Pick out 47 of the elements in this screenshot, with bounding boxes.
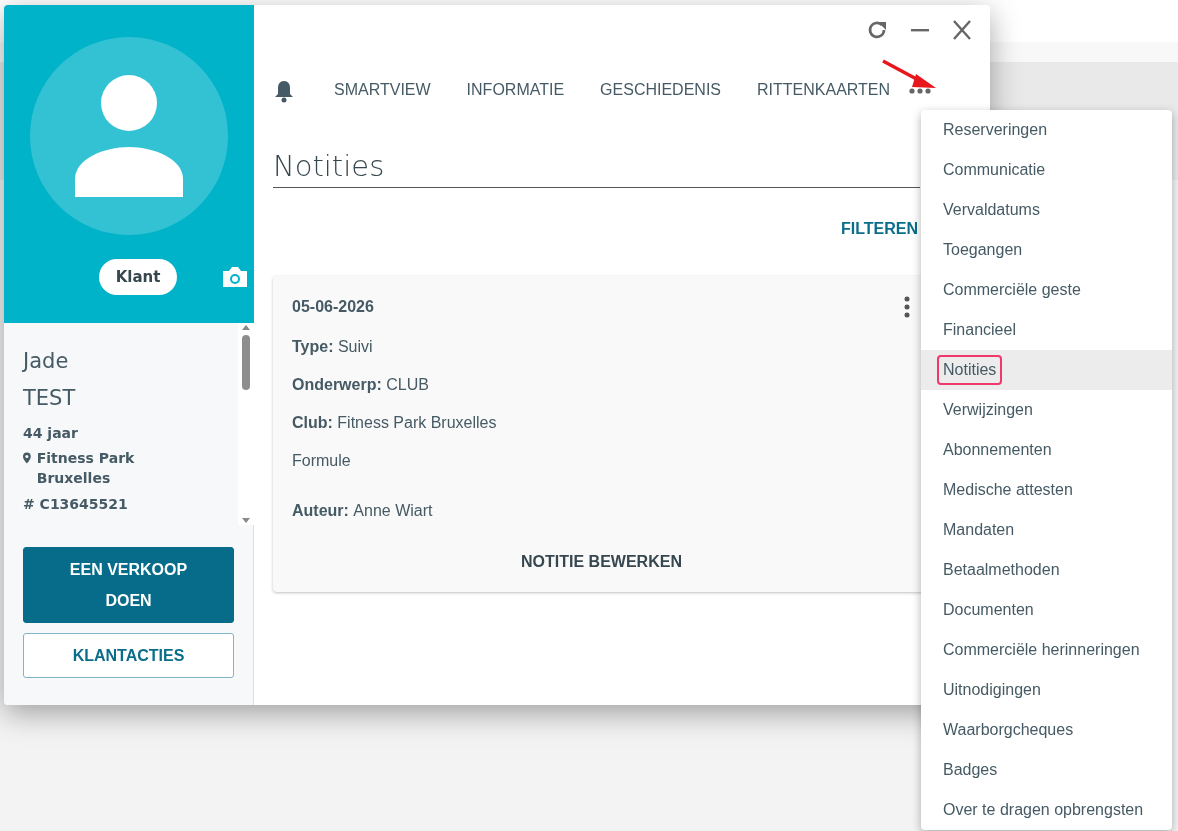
- menu-item[interactable]: Notities: [921, 350, 1172, 390]
- edit-note-button[interactable]: NOTITIE BEWERKEN: [515, 552, 688, 572]
- menu-item[interactable]: Abonnementen: [921, 430, 1172, 470]
- sale-button[interactable]: EEN VERKOOP DOEN: [23, 547, 234, 623]
- more-vertical-icon[interactable]: [903, 296, 911, 318]
- menu-item[interactable]: Badges: [921, 750, 1172, 790]
- refresh-icon[interactable]: [866, 19, 888, 41]
- section-title: Notities: [273, 149, 920, 188]
- menu-item[interactable]: Financieel: [921, 310, 1172, 350]
- menu-item[interactable]: Toegangen: [921, 230, 1172, 270]
- member-id: # C13645521: [23, 495, 129, 514]
- more-icon[interactable]: [908, 86, 933, 96]
- age-text: 44 jaar: [23, 424, 79, 443]
- note-field: Auteur: Anne Wiart: [292, 502, 911, 520]
- note-field: Club: Fitness Park Bruxelles: [292, 414, 911, 432]
- menu-item[interactable]: Over te dragen opbrengsten: [921, 790, 1172, 830]
- bell-icon[interactable]: [273, 79, 295, 103]
- client-actions-button[interactable]: KLANTACTIES: [23, 633, 234, 678]
- note-date: 05-06-2026: [292, 298, 374, 316]
- tab[interactable]: GESCHIEDENIS: [582, 73, 739, 109]
- location-pin-icon: [23, 451, 31, 465]
- menu-item[interactable]: Uitnodigingen: [921, 670, 1172, 710]
- note-field: Formule: [292, 452, 911, 470]
- client-badge: Klant: [98, 259, 178, 295]
- menu-item[interactable]: Commerciële herinneringen: [921, 630, 1172, 670]
- menu-item[interactable]: Reserveringen: [921, 110, 1172, 150]
- note-field: Type: Suivi: [292, 338, 911, 356]
- tab[interactable]: RITTENKAARTEN: [739, 73, 909, 109]
- scroll-thumb[interactable]: [242, 335, 250, 390]
- menu-item[interactable]: Communicatie: [921, 150, 1172, 190]
- menu-item[interactable]: Medische attesten: [921, 470, 1172, 510]
- first-name: Jade: [23, 348, 70, 375]
- last-name: TEST: [23, 385, 77, 412]
- menu-item[interactable]: Waarborgcheques: [921, 710, 1172, 750]
- menu-item[interactable]: Vervaldatums: [921, 190, 1172, 230]
- scroll-down-icon[interactable]: [241, 517, 251, 525]
- club-name: Fitness Park Bruxelles: [36, 449, 136, 488]
- menu-item[interactable]: Mandaten: [921, 510, 1172, 550]
- person-icon: [74, 75, 184, 197]
- close-icon[interactable]: [952, 19, 972, 41]
- note-field: Onderwerp: CLUB: [292, 376, 911, 394]
- menu-item[interactable]: Betaalmethoden: [921, 550, 1172, 590]
- menu-item[interactable]: Verwijzingen: [921, 390, 1172, 430]
- menu-item[interactable]: Commerciële geste: [921, 270, 1172, 310]
- tab[interactable]: SMARTVIEW: [316, 73, 449, 109]
- tab[interactable]: INFORMATIE: [448, 73, 583, 109]
- menu-item[interactable]: Documenten: [921, 590, 1172, 630]
